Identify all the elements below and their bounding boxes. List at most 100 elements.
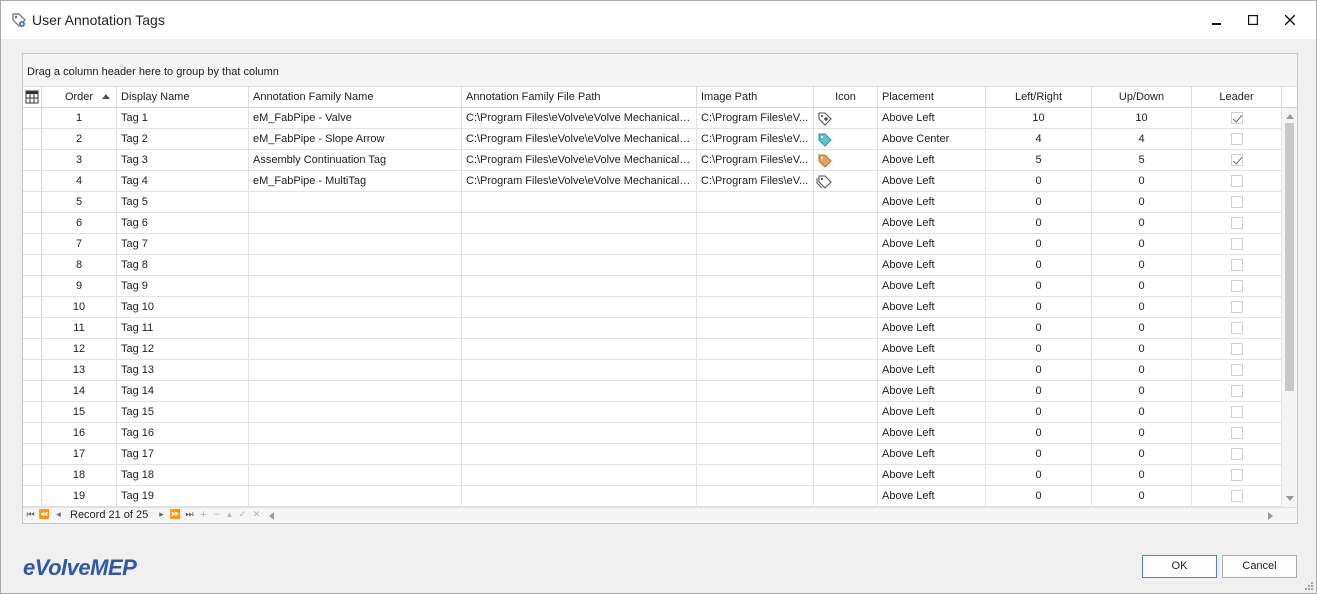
cell-image-path[interactable] (697, 444, 814, 465)
cell-annotation-family-name[interactable] (249, 192, 462, 213)
cell-leader[interactable] (1192, 129, 1281, 150)
cell-placement[interactable]: Above Left (878, 213, 986, 234)
cell-order[interactable]: 5 (42, 192, 117, 213)
cell-leader[interactable] (1192, 318, 1281, 339)
cell-order[interactable]: 12 (42, 339, 117, 360)
cell-left-right[interactable]: 5 (986, 150, 1092, 171)
cell-annotation-family-name[interactable]: Assembly Continuation Tag (249, 150, 462, 171)
cell-annotation-family-file-path[interactable] (462, 318, 697, 339)
cell-icon[interactable] (814, 213, 878, 234)
cancel-button[interactable]: Cancel (1222, 555, 1297, 578)
leader-checkbox[interactable] (1230, 196, 1243, 208)
cell-icon[interactable] (814, 129, 878, 150)
cell-up-down[interactable]: 0 (1092, 360, 1192, 381)
cell-image-path[interactable] (697, 297, 814, 318)
row-indicator[interactable] (23, 255, 42, 276)
cell-up-down[interactable]: 5 (1092, 150, 1192, 171)
scroll-up-icon[interactable] (1286, 114, 1294, 119)
cell-order[interactable]: 8 (42, 255, 117, 276)
cell-image-path[interactable] (697, 318, 814, 339)
cell-icon[interactable] (814, 318, 878, 339)
cell-up-down[interactable]: 0 (1092, 255, 1192, 276)
cell-image-path[interactable] (697, 402, 814, 423)
cell-up-down[interactable]: 0 (1092, 213, 1192, 234)
table-row[interactable]: 6 Tag 6 Above Left 0 0 (23, 213, 1281, 234)
end-edit-icon[interactable]: ✓ (236, 509, 249, 522)
table-row[interactable]: 1 Tag 1 eM_FabPipe - Valve C:\Program Files… (23, 108, 1281, 129)
cell-annotation-family-name[interactable] (249, 339, 462, 360)
cell-leader[interactable] (1192, 465, 1281, 486)
cell-icon[interactable] (814, 297, 878, 318)
cell-display-name[interactable]: Tag 5 (117, 192, 249, 213)
cell-image-path[interactable]: C:\Program Files\eV... (697, 171, 814, 192)
cell-left-right[interactable]: 0 (986, 360, 1092, 381)
column-header-left-right[interactable]: Left/Right (986, 87, 1092, 107)
cell-left-right[interactable]: 0 (986, 297, 1092, 318)
cell-up-down[interactable]: 4 (1092, 129, 1192, 150)
cell-icon[interactable] (814, 423, 878, 444)
previous-page-icon[interactable]: ⏪ (38, 509, 51, 522)
scroll-left-icon[interactable] (269, 512, 274, 520)
cell-display-name[interactable]: Tag 10 (117, 297, 249, 318)
cell-leader[interactable] (1192, 423, 1281, 444)
cell-placement[interactable]: Above Left (878, 486, 986, 507)
cell-annotation-family-file-path[interactable] (462, 192, 697, 213)
cell-left-right[interactable]: 0 (986, 213, 1092, 234)
table-row[interactable]: 17 Tag 17 Above Left 0 0 (23, 444, 1281, 465)
cell-left-right[interactable]: 0 (986, 255, 1092, 276)
row-indicator[interactable] (23, 171, 42, 192)
cell-display-name[interactable]: Tag 17 (117, 444, 249, 465)
leader-checkbox[interactable] (1230, 385, 1243, 397)
cell-annotation-family-name[interactable] (249, 444, 462, 465)
cell-annotation-family-name[interactable] (249, 255, 462, 276)
cell-left-right[interactable]: 0 (986, 192, 1092, 213)
leader-checkbox[interactable] (1230, 238, 1243, 250)
cell-annotation-family-name[interactable]: eM_FabPipe - MultiTag (249, 171, 462, 192)
cell-annotation-family-name[interactable] (249, 486, 462, 507)
cell-annotation-family-file-path[interactable] (462, 213, 697, 234)
cell-display-name[interactable]: Tag 8 (117, 255, 249, 276)
cell-up-down[interactable]: 0 (1092, 234, 1192, 255)
row-indicator[interactable] (23, 318, 42, 339)
last-record-icon[interactable]: ⏭ (183, 509, 196, 522)
cell-leader[interactable] (1192, 234, 1281, 255)
cell-annotation-family-name[interactable]: eM_FabPipe - Valve (249, 108, 462, 129)
maximize-button[interactable] (1234, 1, 1272, 39)
resize-grip-icon[interactable] (1303, 580, 1313, 590)
cell-left-right[interactable]: 0 (986, 423, 1092, 444)
cell-icon[interactable] (814, 171, 878, 192)
cell-display-name[interactable]: Tag 1 (117, 108, 249, 129)
cell-icon[interactable] (814, 150, 878, 171)
cell-annotation-family-name[interactable] (249, 234, 462, 255)
table-row[interactable]: 14 Tag 14 Above Left 0 0 (23, 381, 1281, 402)
scroll-down-icon[interactable] (1286, 496, 1294, 501)
cell-order[interactable]: 10 (42, 297, 117, 318)
cell-placement[interactable]: Above Left (878, 444, 986, 465)
cell-icon[interactable] (814, 192, 878, 213)
leader-checkbox[interactable] (1230, 175, 1243, 187)
row-indicator[interactable] (23, 192, 42, 213)
cell-order[interactable]: 17 (42, 444, 117, 465)
cell-display-name[interactable]: Tag 4 (117, 171, 249, 192)
cell-display-name[interactable]: Tag 19 (117, 486, 249, 507)
cell-display-name[interactable]: Tag 18 (117, 465, 249, 486)
cell-display-name[interactable]: Tag 13 (117, 360, 249, 381)
cell-up-down[interactable]: 0 (1092, 297, 1192, 318)
cell-placement[interactable]: Above Left (878, 360, 986, 381)
cell-left-right[interactable]: 0 (986, 171, 1092, 192)
cell-leader[interactable] (1192, 255, 1281, 276)
row-indicator[interactable] (23, 150, 42, 171)
table-row[interactable]: 13 Tag 13 Above Left 0 0 (23, 360, 1281, 381)
cell-order[interactable]: 1 (42, 108, 117, 129)
table-row[interactable]: 10 Tag 10 Above Left 0 0 (23, 297, 1281, 318)
row-indicator[interactable] (23, 213, 42, 234)
cell-annotation-family-name[interactable] (249, 297, 462, 318)
cell-annotation-family-file-path[interactable]: C:\Program Files\eVolve\eVolve Mechanica… (462, 171, 697, 192)
cell-annotation-family-name[interactable] (249, 360, 462, 381)
column-header-display-name[interactable]: Display Name (117, 87, 249, 107)
cell-left-right[interactable]: 0 (986, 339, 1092, 360)
cell-order[interactable]: 3 (42, 150, 117, 171)
title-bar[interactable]: User Annotation Tags (1, 1, 1316, 39)
column-header-image-path[interactable]: Image Path (697, 87, 814, 107)
column-header-order[interactable]: Order (42, 87, 117, 107)
